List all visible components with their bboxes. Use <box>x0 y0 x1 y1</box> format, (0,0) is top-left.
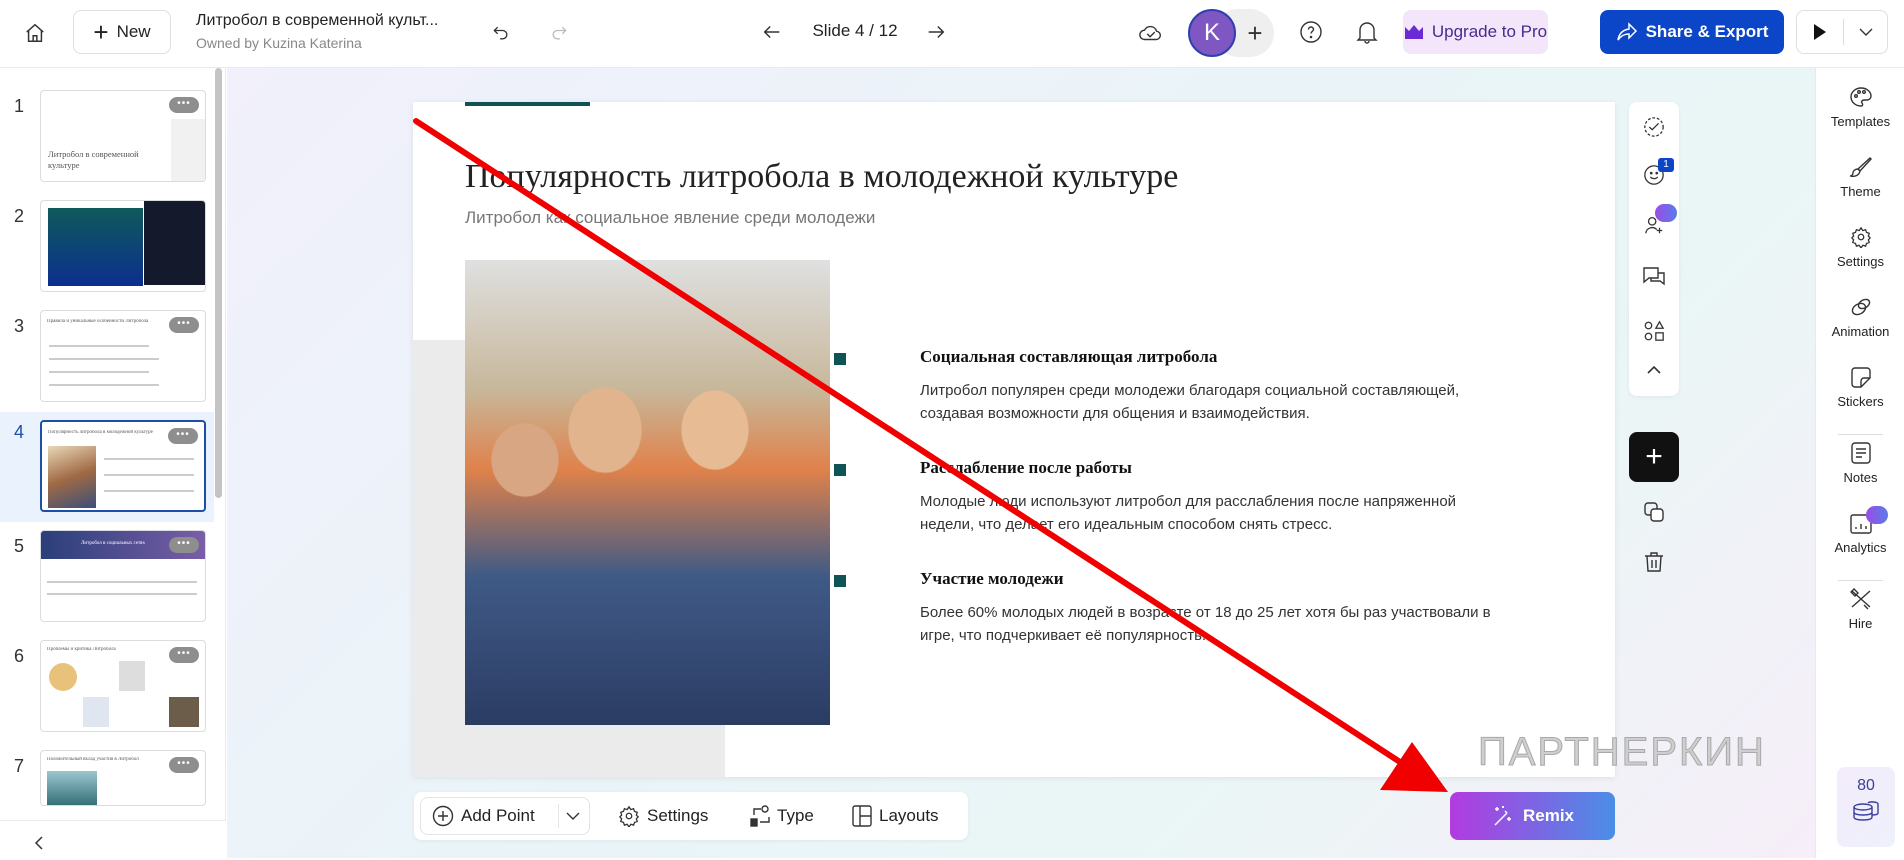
shapes-icon[interactable] <box>1639 316 1669 346</box>
slide-subtitle[interactable]: Литробол как социальное явление среди мо… <box>465 208 875 228</box>
thumbnail-slide-5[interactable]: 5 Литробол в социальных сетях ••• <box>0 530 214 640</box>
pro-crown-badge <box>1655 204 1677 222</box>
cloud-saved-icon[interactable] <box>1134 16 1168 50</box>
layout-icon <box>852 805 872 827</box>
trash-icon[interactable] <box>1640 548 1668 576</box>
slide-more-button[interactable]: ••• <box>169 537 199 553</box>
chevron-down-icon[interactable] <box>1844 11 1888 53</box>
comments-icon[interactable] <box>1639 262 1669 292</box>
watermark: ПАРТНЕРКИН <box>1478 730 1766 775</box>
accent-bar <box>465 102 590 106</box>
slide-bottom-toolbar: Add Point Settings Type Layouts <box>414 792 968 840</box>
thumbnail-slide-3[interactable]: 3 Правила и уникальные особенности Литро… <box>0 310 214 420</box>
sidebar-item-templates[interactable]: Templates <box>1816 86 1904 129</box>
layouts-button[interactable]: Layouts <box>852 792 939 840</box>
type-button[interactable]: Type <box>750 792 814 840</box>
chevron-up-icon[interactable] <box>1639 358 1669 382</box>
bullet-square-icon <box>834 353 846 365</box>
slide-more-button[interactable]: ••• <box>168 428 198 444</box>
thumbnail-slide-2[interactable]: 2 <box>0 200 214 310</box>
add-slide-plus-button[interactable]: + <box>1629 432 1679 482</box>
collapse-panel-chevron-left-icon[interactable] <box>26 830 52 856</box>
sidebar-item-theme[interactable]: Theme <box>1816 156 1904 199</box>
slide-more-button[interactable]: ••• <box>169 317 199 333</box>
slide-more-button[interactable]: ••• <box>169 97 199 113</box>
bullet-point[interactable]: Социальная составляющая литробола Литроб… <box>920 347 1500 425</box>
thumbnails-scrollbar[interactable] <box>215 68 222 498</box>
duplicate-icon[interactable] <box>1640 498 1668 526</box>
slide-title[interactable]: Популярность литробола в молодежной куль… <box>465 158 1178 196</box>
check-circle-icon[interactable] <box>1639 112 1669 142</box>
next-slide-arrow-icon[interactable] <box>920 16 952 48</box>
bullet-point[interactable]: Расслабление после работы Молодые люди и… <box>920 458 1500 536</box>
slide-side-toolbar: 1 <box>1629 102 1679 396</box>
thumbnail-slide-6[interactable]: 6 Проблемы и критика Литробола ••• <box>0 640 214 750</box>
notifications-bell-icon[interactable] <box>1352 17 1382 47</box>
slide-indicator: Slide 4 / 12 <box>800 21 910 41</box>
slide-thumbnails-panel: 1 Литробол в современной культуре ••• 2 … <box>0 68 226 858</box>
pro-crown-badge <box>1866 506 1888 524</box>
share-arrow-icon <box>1616 22 1638 42</box>
reaction-count-badge: 1 <box>1658 158 1674 172</box>
slide-more-button[interactable]: ••• <box>169 647 199 663</box>
crown-icon <box>1404 24 1424 40</box>
teens-photo[interactable] <box>465 260 830 725</box>
add-point-dropdown-chevron-icon[interactable] <box>566 792 580 840</box>
sidebar-item-stickers[interactable]: Stickers <box>1816 366 1904 409</box>
share-export-button[interactable]: Share & Export <box>1600 10 1784 54</box>
prev-slide-arrow-icon[interactable] <box>756 16 788 48</box>
bullet-point[interactable]: Участие молодежи Более 60% молодых людей… <box>920 569 1500 647</box>
remix-button[interactable]: Remix <box>1450 792 1615 840</box>
present-button-group <box>1796 10 1888 54</box>
slide-canvas[interactable]: Популярность литробола в молодежной куль… <box>413 102 1615 777</box>
credits-counter[interactable]: 80 <box>1837 767 1895 847</box>
bullet-square-icon <box>834 464 846 476</box>
swap-type-icon <box>750 805 770 827</box>
new-button[interactable]: + New <box>73 10 171 54</box>
add-point-button[interactable]: Add Point <box>432 792 535 840</box>
sidebar-item-hire[interactable]: Hire <box>1816 588 1904 631</box>
right-sidebar: Templates Theme Settings Animation Stick… <box>1815 68 1904 858</box>
add-collaborator-icon[interactable] <box>1639 210 1669 240</box>
sidebar-item-notes[interactable]: Notes <box>1816 442 1904 485</box>
slide-settings-button[interactable]: Settings <box>618 792 708 840</box>
redo-icon[interactable] <box>544 18 574 48</box>
plus-circle-icon <box>432 805 454 827</box>
bullet-square-icon <box>834 575 846 587</box>
magic-wand-icon <box>1491 805 1513 827</box>
slide-more-button[interactable]: ••• <box>169 757 199 773</box>
sidebar-item-analytics[interactable]: Analytics <box>1816 512 1904 555</box>
help-icon[interactable] <box>1296 17 1326 47</box>
top-bar: + New Литробол в современной культ... Ow… <box>0 0 1904 68</box>
gear-icon <box>618 805 640 827</box>
undo-icon[interactable] <box>486 18 516 48</box>
coins-icon <box>1852 799 1880 823</box>
sidebar-item-settings[interactable]: Settings <box>1816 226 1904 269</box>
upgrade-to-pro-button[interactable]: Upgrade to Pro <box>1403 10 1548 54</box>
document-title[interactable]: Литробол в современной культ... <box>196 12 438 30</box>
emoji-reaction-icon[interactable]: 1 <box>1639 160 1669 190</box>
thumbnail-slide-1[interactable]: 1 Литробол в современной культуре ••• <box>0 90 214 200</box>
sidebar-item-animation[interactable]: Animation <box>1816 296 1904 339</box>
play-icon[interactable] <box>1797 11 1843 53</box>
plus-icon: + <box>93 19 108 45</box>
owner-label: Owned by Kuzina Katerina <box>196 35 362 51</box>
home-icon[interactable] <box>18 16 52 50</box>
thumbnail-slide-4-selected[interactable]: 4 Популярность литробола в молодежной ку… <box>0 412 214 522</box>
user-avatar[interactable]: K <box>1188 9 1236 57</box>
